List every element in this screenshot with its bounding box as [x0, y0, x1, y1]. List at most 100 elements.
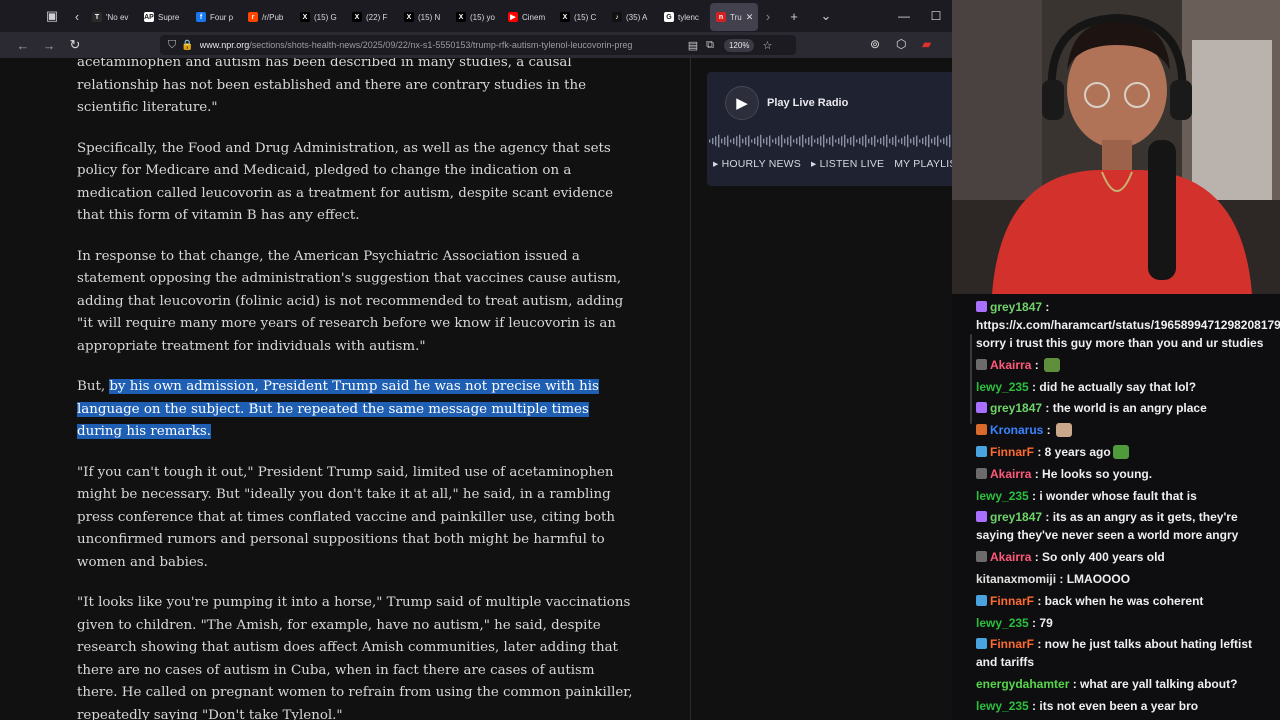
waveform-bar [820, 136, 822, 146]
play-button[interactable]: ▶ [725, 86, 759, 120]
tab-label: (15) C [574, 12, 597, 22]
forward-icon[interactable]: → [36, 32, 62, 58]
nyt-icon: T [92, 12, 102, 22]
chat-username[interactable]: Kronarus [990, 423, 1043, 437]
browser-tab[interactable]: n Tru ✕ [710, 3, 758, 31]
tab-label: Tru [730, 12, 742, 22]
shield-icon[interactable]: ⛉ [168, 39, 176, 52]
chat-username[interactable]: grey1847 [990, 510, 1042, 524]
chat-text: i wonder whose fault that is [1039, 488, 1197, 503]
url-text[interactable]: www.npr.org/sections/shots-health-news/2… [200, 40, 680, 50]
web-page: acetaminophen and autism has been descri… [0, 58, 952, 720]
close-tab-icon[interactable]: ✕ [746, 12, 754, 23]
facebook-icon: f [196, 12, 206, 22]
waveform-bar [805, 138, 807, 144]
tab-label: (35) A [626, 12, 648, 22]
lock-icon[interactable]: 🔒 [181, 40, 193, 51]
chat-username[interactable]: Akairra [990, 358, 1031, 372]
reload-icon[interactable]: ↻ [62, 32, 88, 58]
chat-username[interactable]: energydahamter [976, 677, 1069, 691]
tab-label: (15) N [418, 12, 441, 22]
tab-overview-icon[interactable]: ▣ [36, 0, 68, 32]
new-tab-icon[interactable]: + [778, 0, 810, 32]
chat-username[interactable]: lewy_235 [976, 616, 1029, 630]
browser-tab[interactable]: X (15) C [554, 3, 606, 31]
minimize-icon[interactable]: — [888, 0, 920, 32]
chat-username[interactable]: FinnarF [990, 637, 1034, 651]
chat-badge-icon [976, 445, 987, 457]
extensions-icon[interactable]: ⬡ [896, 37, 906, 51]
chat-username[interactable]: Akairra [990, 467, 1031, 481]
tab-strip: T 'No ev AP Supre f Four p r/r/Pub X (15) G X (22)… [86, 1, 758, 31]
waveform-bar [802, 134, 804, 148]
url-bar[interactable]: ⛉ 🔒 www.npr.org/sections/shots-health-ne… [160, 35, 796, 55]
waveform-bar [868, 138, 870, 144]
chat-username[interactable]: kitanaxmomiji [976, 572, 1056, 586]
my-playlist-link[interactable]: MY PLAYLIST [894, 158, 952, 170]
chat-scrollbar[interactable] [970, 334, 972, 424]
zoom-level[interactable]: 120% [723, 38, 755, 52]
waveform-bar [871, 137, 873, 145]
waveform-bar [817, 137, 819, 145]
live-radio-widget: ▶ Play Live Radio ▸ HOURLY NEWS ▸ LISTEN… [707, 72, 952, 186]
chat-separator: : [1028, 488, 1040, 503]
chat-separator: : [1031, 466, 1043, 481]
hourly-news-link[interactable]: ▸ HOURLY NEWS [713, 158, 801, 170]
browser-tab[interactable]: X (15) G [294, 3, 346, 31]
play-live-radio-label[interactable]: Play Live Radio [767, 97, 848, 109]
chat-message: FinnarF : 8 years ago [976, 443, 1276, 461]
browser-tab[interactable]: X (15) yo [450, 3, 502, 31]
bookmark-star-icon[interactable]: ☆ [762, 39, 772, 52]
chat-username[interactable]: lewy_235 [976, 380, 1029, 394]
chat-username[interactable]: grey1847 [990, 401, 1042, 415]
waveform-bar [790, 135, 792, 147]
selected-text[interactable]: by his own admission, President Trump sa… [77, 379, 599, 439]
account-icon[interactable]: ⊚ [870, 37, 880, 51]
waveform-bar [853, 135, 855, 147]
maximize-icon[interactable]: ☐ [920, 0, 952, 32]
chat-message: energydahamter : what are yall talking a… [976, 675, 1276, 693]
listen-live-link[interactable]: ▸ LISTEN LIVE [811, 158, 884, 170]
browser-tab[interactable]: Gtylenc [658, 3, 710, 31]
reader-view-icon[interactable]: ▤ [688, 39, 698, 52]
picture-in-picture-icon[interactable]: ⧉ [706, 39, 714, 52]
addon-icon[interactable]: ▰ [922, 37, 931, 51]
chat-text: 8 years ago [1044, 444, 1111, 459]
chat-separator: : [1043, 423, 1055, 438]
chat-username[interactable]: grey1847 [990, 300, 1042, 314]
chat-username[interactable]: FinnarF [990, 445, 1034, 459]
chat-username[interactable]: Akairra [990, 550, 1031, 564]
browser-tab[interactable]: X (15) N [398, 3, 450, 31]
chat-username[interactable]: lewy_235 [976, 699, 1029, 713]
back-icon[interactable]: ← [10, 32, 36, 58]
waveform-bar [913, 137, 915, 145]
x-icon: X [300, 12, 310, 22]
browser-tab[interactable]: r/r/Pub [242, 3, 294, 31]
browser-tab[interactable]: ▶ Cinem [502, 3, 554, 31]
browser-tab[interactable]: AP Supre [138, 3, 190, 31]
waveform-bar [931, 138, 933, 144]
chevron-down-icon[interactable]: ⌄ [810, 0, 842, 32]
x-icon: X [560, 12, 570, 22]
waveform-bar [718, 134, 720, 148]
browser-tab[interactable]: T 'No ev [86, 3, 138, 31]
tab-scroll-right-icon[interactable]: › [758, 0, 778, 32]
browser-tab[interactable]: f Four p [190, 3, 242, 31]
waveform-bar [907, 134, 909, 148]
waveform-bar [733, 137, 735, 145]
chat-text: the world is an angry place [1052, 401, 1207, 416]
chat-message: Akairra : [976, 356, 1276, 374]
chat-username[interactable]: FinnarF [990, 594, 1034, 608]
npr-icon: n [716, 12, 726, 22]
browser-tab[interactable]: X (22) F [346, 3, 398, 31]
x-icon: X [404, 12, 414, 22]
waveform-bar [943, 137, 945, 145]
article-paragraph: Specifically, the Food and Drug Administ… [77, 140, 614, 224]
browser-tab[interactable]: ♪ (35) A [606, 3, 658, 31]
chat-username[interactable]: lewy_235 [976, 489, 1029, 503]
chat-separator: : [1028, 615, 1040, 630]
waveform-bar [946, 136, 948, 146]
article-paragraph-highlighted: But, by his own admission, President Tru… [77, 376, 637, 444]
tab-scroll-left-icon[interactable]: ‹ [68, 0, 86, 32]
waveform-bar [712, 137, 714, 145]
